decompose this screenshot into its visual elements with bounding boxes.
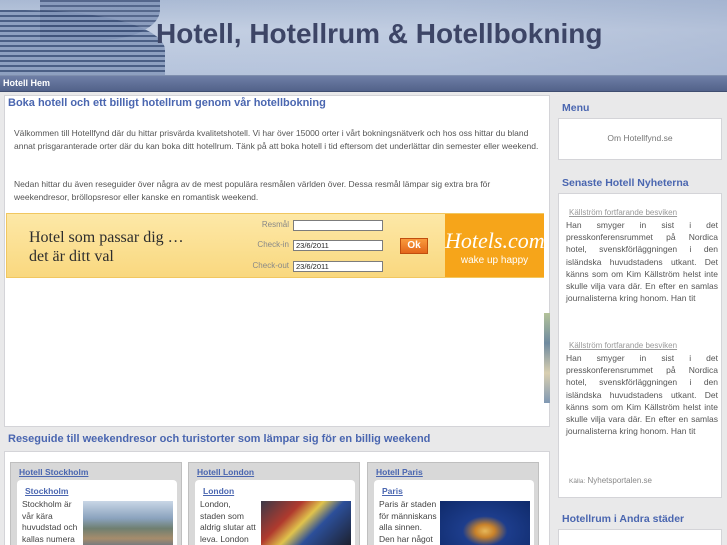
city-card-paris: Hotell Paris Paris Paris är staden för m… <box>367 462 539 545</box>
london-photo <box>261 501 351 545</box>
news-body-1: Han smyger in sist i det presskonferensr… <box>566 220 718 304</box>
hotels-com-logo[interactable]: Hotels.com wake up happy <box>445 214 545 277</box>
nav-bar: Hotell Hem <box>0 76 727 92</box>
city-heading-paris[interactable]: Hotell Paris <box>376 467 423 477</box>
guide-heading: Reseguide till weekendresor och turistor… <box>8 433 431 445</box>
city-card-body: Stockholm Stockholm är vår kära huvudsta… <box>17 480 177 545</box>
city-name-paris[interactable]: Paris <box>382 486 403 496</box>
destination-input[interactable] <box>293 220 383 231</box>
city-heading-london[interactable]: Hotell London <box>197 467 254 477</box>
city-text-stockholm: Stockholm är vår kära huvudstad och kall… <box>22 499 78 544</box>
checkin-date-input[interactable]: 23/6/2011 <box>293 240 383 251</box>
decorative-image-strip <box>544 313 550 403</box>
city-text-london: London, staden som aldrig slutar att lev… <box>200 499 256 544</box>
news-heading: Senaste Hotell Nyheterna <box>562 177 689 189</box>
site-header: Hotell, Hotellrum & Hotellbokning <box>0 0 727 76</box>
other-cities-heading: Hotellrum i Andra städer <box>562 513 685 525</box>
city-card-stockholm: Hotell Stockholm Stockholm Stockholm är … <box>10 462 182 545</box>
intro-paragraph-1: Välkommen till Hotellfynd där du hittar … <box>14 128 539 151</box>
news-source: Källa: Nyhetsportalen.se <box>569 476 652 485</box>
stockholm-photo <box>83 501 173 545</box>
city-card-london: Hotell London London London, staden som … <box>188 462 360 545</box>
checkout-label: Check-out <box>252 261 289 270</box>
news-source-label: Källa: <box>569 478 586 485</box>
city-text-paris: Paris är staden för människans alla sinn… <box>379 499 437 544</box>
booking-slogan-line-1: Hotel som passar dig … <box>29 229 184 246</box>
menu-heading: Menu <box>562 102 590 114</box>
intro-paragraph-2: Nedan hittar du även reseguider över någ… <box>14 179 491 202</box>
hotel-booking-widget: Hotel som passar dig … det är ditt val R… <box>6 213 545 278</box>
checkout-date-input[interactable]: 23/6/2011 <box>293 261 383 272</box>
booking-slogan: Hotel som passar dig … det är ditt val <box>29 228 229 266</box>
menu-item-about[interactable]: Om Hotellfynd.se <box>558 133 722 143</box>
hotels-com-tagline: wake up happy <box>460 255 529 266</box>
hotels-com-brand: Hotels.com <box>445 228 545 253</box>
site-title: Hotell, Hotellrum & Hotellbokning <box>156 18 603 49</box>
nav-home-link[interactable]: Hotell Hem <box>3 78 50 88</box>
booking-ok-button[interactable]: Ok <box>400 238 428 254</box>
city-name-london[interactable]: London <box>203 486 234 496</box>
city-card-body: Paris Paris är staden för människans all… <box>374 480 534 545</box>
booking-slogan-line-2: det är ditt val <box>29 248 114 265</box>
other-cities-panel <box>558 529 722 545</box>
news-body-2: Han smyger in sist i det presskonferensr… <box>566 353 718 437</box>
city-name-stockholm[interactable]: Stockholm <box>25 486 68 496</box>
destination-label: Resmål <box>261 220 289 229</box>
city-card-body: London London, staden som aldrig slutar … <box>195 480 355 545</box>
main-heading: Boka hotell och ett billigt hotellrum ge… <box>8 97 326 109</box>
news-source-value: Nyhetsportalen.se <box>587 476 652 485</box>
city-heading-stockholm[interactable]: Hotell Stockholm <box>19 467 88 477</box>
news-headline-1[interactable]: Källström fortfarande besviken <box>569 208 719 217</box>
checkin-label: Check-in <box>257 240 289 249</box>
news-headline-2[interactable]: Källström fortfarande besviken <box>569 341 719 350</box>
paris-photo <box>440 501 530 545</box>
